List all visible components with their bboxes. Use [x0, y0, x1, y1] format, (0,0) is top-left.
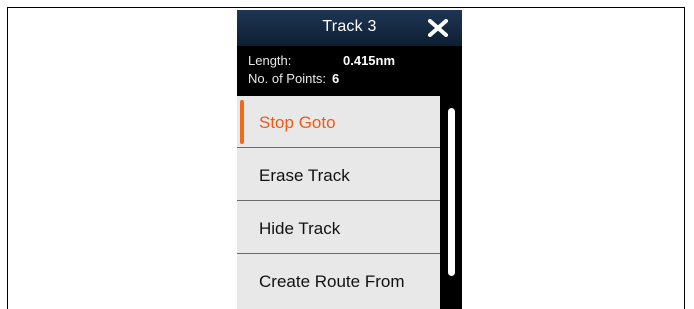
- menu-item-label: Stop Goto: [259, 113, 336, 132]
- scrollbar-track[interactable]: [440, 96, 462, 309]
- length-label: Length:: [248, 53, 292, 68]
- menu-item-label: Hide Track: [259, 219, 341, 238]
- close-button[interactable]: [427, 18, 449, 38]
- track-menu: Stop Goto Erase Track Hide Track Create …: [237, 96, 440, 309]
- title-bar: Track 3: [237, 10, 462, 46]
- menu-item-hide-track[interactable]: Hide Track: [237, 202, 440, 254]
- scrollbar-thumb[interactable]: [448, 108, 455, 276]
- track-info: Length: 0.415nm No. of Points: 6: [237, 46, 462, 96]
- menu-item-stop-goto[interactable]: Stop Goto: [237, 96, 440, 148]
- menu-item-erase-track[interactable]: Erase Track: [237, 149, 440, 201]
- menu-item-label: Erase Track: [259, 166, 350, 185]
- points-value: 6: [332, 71, 340, 86]
- points-label: No. of Points:: [248, 71, 327, 86]
- menu-item-label: Create Route From: [259, 272, 405, 291]
- length-value: 0.415nm: [343, 53, 396, 68]
- track-options-panel: Track 3 Length: 0.415nm No. of Points: 6…: [237, 10, 462, 309]
- length-row: Length: 0.415nm: [248, 53, 395, 68]
- menu-item-create-route-from[interactable]: Create Route From: [237, 255, 440, 309]
- selection-indicator: [240, 100, 244, 144]
- close-x-icon: [427, 18, 449, 38]
- points-row: No. of Points: 6: [248, 71, 339, 86]
